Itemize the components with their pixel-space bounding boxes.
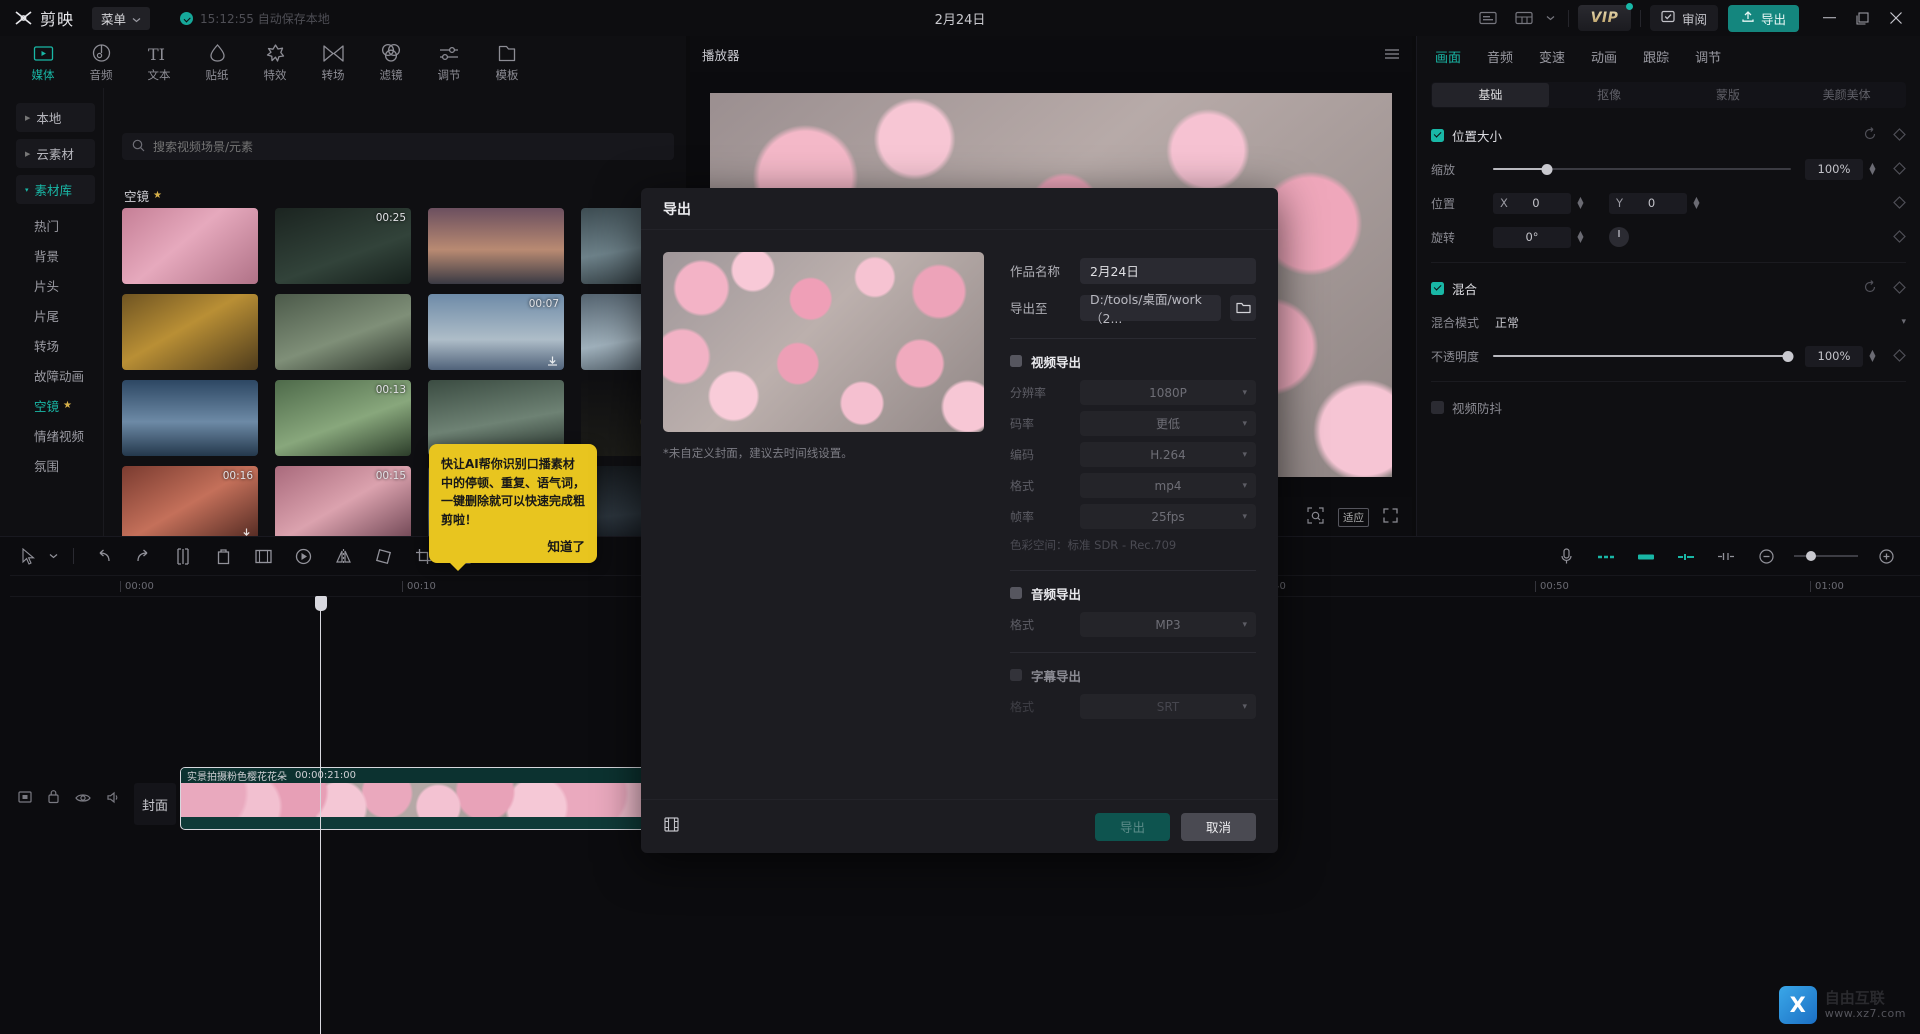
row-format: 格式 mp4 ▾	[1010, 470, 1256, 501]
video-export-group-header: 视频导出	[1010, 345, 1256, 377]
folder-icon[interactable]	[1230, 294, 1256, 321]
divider	[1010, 652, 1256, 653]
row-subtitle-format: 格式 SRT ▾	[1010, 691, 1256, 722]
chevron-down-icon: ▾	[1242, 619, 1247, 630]
export-path-label: 导出至	[1010, 301, 1048, 316]
export-dialog-title: 导出	[641, 188, 1278, 230]
framerate-label: 帧率	[1010, 510, 1035, 524]
framerate-value: 25fps	[1151, 509, 1185, 524]
bitrate-select[interactable]: 更低 ▾	[1080, 411, 1256, 436]
subtitle-format-value: SRT	[1156, 699, 1180, 714]
filmstrip-icon[interactable]	[663, 816, 680, 837]
row-bitrate: 码率 更低 ▾	[1010, 408, 1256, 439]
subtitle-format-label: 格式	[1010, 700, 1035, 714]
audio-export-group-header: 音频导出	[1010, 577, 1256, 609]
chevron-down-icon: ▾	[1242, 480, 1247, 491]
audio-format-label: 格式	[1010, 618, 1035, 632]
row-codec: 编码 H.264 ▾	[1010, 439, 1256, 470]
dialog-export-button[interactable]: 导出	[1094, 812, 1170, 841]
format-label: 格式	[1010, 479, 1035, 493]
resolution-label: 分辨率	[1010, 386, 1047, 400]
subtitle-export-group-header: 字幕导出	[1010, 659, 1256, 691]
dialog-cancel-button[interactable]: 取消	[1180, 812, 1256, 841]
framerate-select[interactable]: 25fps ▾	[1080, 504, 1256, 529]
codec-select[interactable]: H.264 ▾	[1080, 442, 1256, 467]
export-preview-column: *未自定义封面，建议去时间线设置。	[663, 252, 988, 799]
modal-overlay: 导出 *未自定义封面，建议去时间线设置。 作品名称 2月24日 导出至 D:/t…	[0, 0, 1920, 1034]
row-export-path: 导出至 D:/tools/桌面/work（2...	[1010, 289, 1256, 326]
row-framerate: 帧率 25fps ▾	[1010, 501, 1256, 532]
chevron-down-icon: ▾	[1242, 387, 1247, 398]
audio-export-label: 音频导出	[1031, 586, 1082, 602]
resolution-value: 1080P	[1149, 385, 1187, 400]
codec-value: H.264	[1150, 447, 1186, 462]
chevron-down-icon: ▾	[1242, 701, 1247, 712]
video-export-label: 视频导出	[1031, 354, 1082, 370]
subtitle-export-checkbox[interactable]	[1010, 669, 1022, 681]
bitrate-value: 更低	[1155, 417, 1180, 431]
jianying-app-window: 剪映 菜单 15:12:55 自动保存本地 2月24日 VIP 审阅 导出 媒体…	[0, 0, 1920, 1034]
project-name-label: 作品名称	[1010, 264, 1061, 279]
video-export-checkbox[interactable]	[1010, 355, 1022, 367]
audio-export-checkbox[interactable]	[1010, 587, 1022, 599]
export-cover-preview	[663, 252, 984, 432]
divider	[1010, 338, 1256, 339]
subtitle-format-select[interactable]: SRT ▾	[1080, 694, 1256, 719]
resolution-select[interactable]: 1080P ▾	[1080, 380, 1256, 405]
chevron-down-icon: ▾	[1242, 511, 1247, 522]
chevron-down-icon: ▾	[1242, 449, 1247, 460]
row-audio-format: 格式 MP3 ▾	[1010, 609, 1256, 640]
format-select[interactable]: mp4 ▾	[1080, 473, 1256, 498]
audio-format-value: MP3	[1155, 617, 1181, 632]
codec-label: 编码	[1010, 448, 1035, 462]
export-dialog-body: *未自定义封面，建议去时间线设置。 作品名称 2月24日 导出至 D:/tool…	[641, 230, 1278, 799]
subtitle-export-label: 字幕导出	[1031, 668, 1082, 684]
project-name-input[interactable]: 2月24日	[1080, 257, 1256, 284]
export-dialog: 导出 *未自定义封面，建议去时间线设置。 作品名称 2月24日 导出至 D:/t…	[641, 188, 1278, 853]
export-path-input[interactable]: D:/tools/桌面/work（2...	[1080, 292, 1221, 326]
chevron-down-icon: ▾	[1242, 418, 1247, 429]
export-dialog-footer: 导出 取消	[641, 799, 1278, 853]
color-space-text: 色彩空间：标准 SDR - Rec.709	[1010, 538, 1177, 552]
row-project-name: 作品名称 2月24日	[1010, 252, 1256, 289]
row-resolution: 分辨率 1080P ▾	[1010, 377, 1256, 408]
export-cover-note: *未自定义封面，建议去时间线设置。	[663, 446, 853, 460]
export-settings-column: 作品名称 2月24日 导出至 D:/tools/桌面/work（2... 视频导…	[988, 252, 1256, 799]
audio-format-select[interactable]: MP3 ▾	[1080, 612, 1256, 637]
format-value: mp4	[1154, 478, 1182, 493]
dialog-buttons: 导出 取消	[1094, 812, 1256, 841]
bitrate-label: 码率	[1010, 417, 1035, 431]
divider	[1010, 570, 1256, 571]
